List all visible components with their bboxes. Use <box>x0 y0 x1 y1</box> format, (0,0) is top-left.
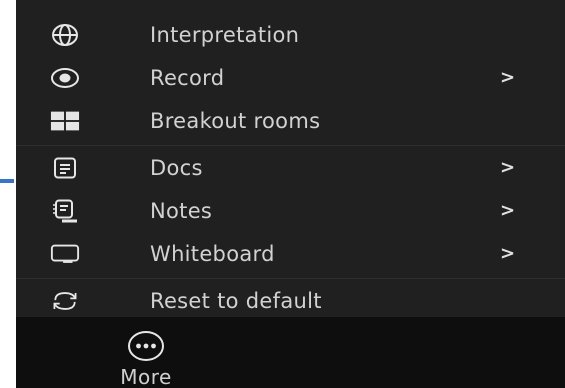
menu-item-label: Record <box>150 65 225 90</box>
chevron-right-icon: > <box>500 157 516 178</box>
menu-item-docs[interactable]: Docs > <box>16 146 565 189</box>
menu-item-notes[interactable]: Notes > <box>16 189 565 232</box>
accent-line <box>0 179 14 183</box>
more-label: More <box>120 365 172 388</box>
more-button[interactable]: More <box>101 329 191 388</box>
menu-item-breakout-rooms[interactable]: Breakout rooms <box>16 99 565 142</box>
menu-group-apps: Docs > Notes > Whiteboard > <box>16 146 565 279</box>
record-icon <box>50 66 80 90</box>
breakout-rooms-icon <box>50 109 80 133</box>
reset-icon <box>50 289 80 313</box>
whiteboard-icon <box>50 242 80 266</box>
menu-item-label: Reset to default <box>150 288 322 313</box>
more-menu: Interpretation Record > Breakout rooms D… <box>16 0 565 317</box>
chevron-right-icon: > <box>500 200 516 221</box>
menu-item-whiteboard[interactable]: Whiteboard > <box>16 232 565 275</box>
menu-item-reset-to-default[interactable]: Reset to default <box>16 279 565 322</box>
menu-item-interpretation[interactable]: Interpretation <box>16 13 565 56</box>
menu-item-label: Breakout rooms <box>150 108 321 133</box>
notes-icon <box>50 199 80 223</box>
more-icon <box>126 329 166 363</box>
menu-item-record[interactable]: Record > <box>16 56 565 99</box>
menu-group-meeting: Interpretation Record > Breakout rooms <box>16 13 565 146</box>
chevron-right-icon: > <box>500 67 516 88</box>
docs-icon <box>50 156 80 180</box>
menu-group-reset: Reset to default <box>16 279 565 322</box>
menu-item-label: Interpretation <box>150 22 300 47</box>
menu-item-label: Notes <box>150 198 213 223</box>
screen: Interpretation Record > Breakout rooms D… <box>0 0 565 388</box>
globe-icon <box>50 23 80 47</box>
menu-item-label: Docs <box>150 155 203 180</box>
chevron-right-icon: > <box>500 243 516 264</box>
menu-item-label: Whiteboard <box>150 241 275 266</box>
meeting-toolbar: More <box>16 317 565 388</box>
